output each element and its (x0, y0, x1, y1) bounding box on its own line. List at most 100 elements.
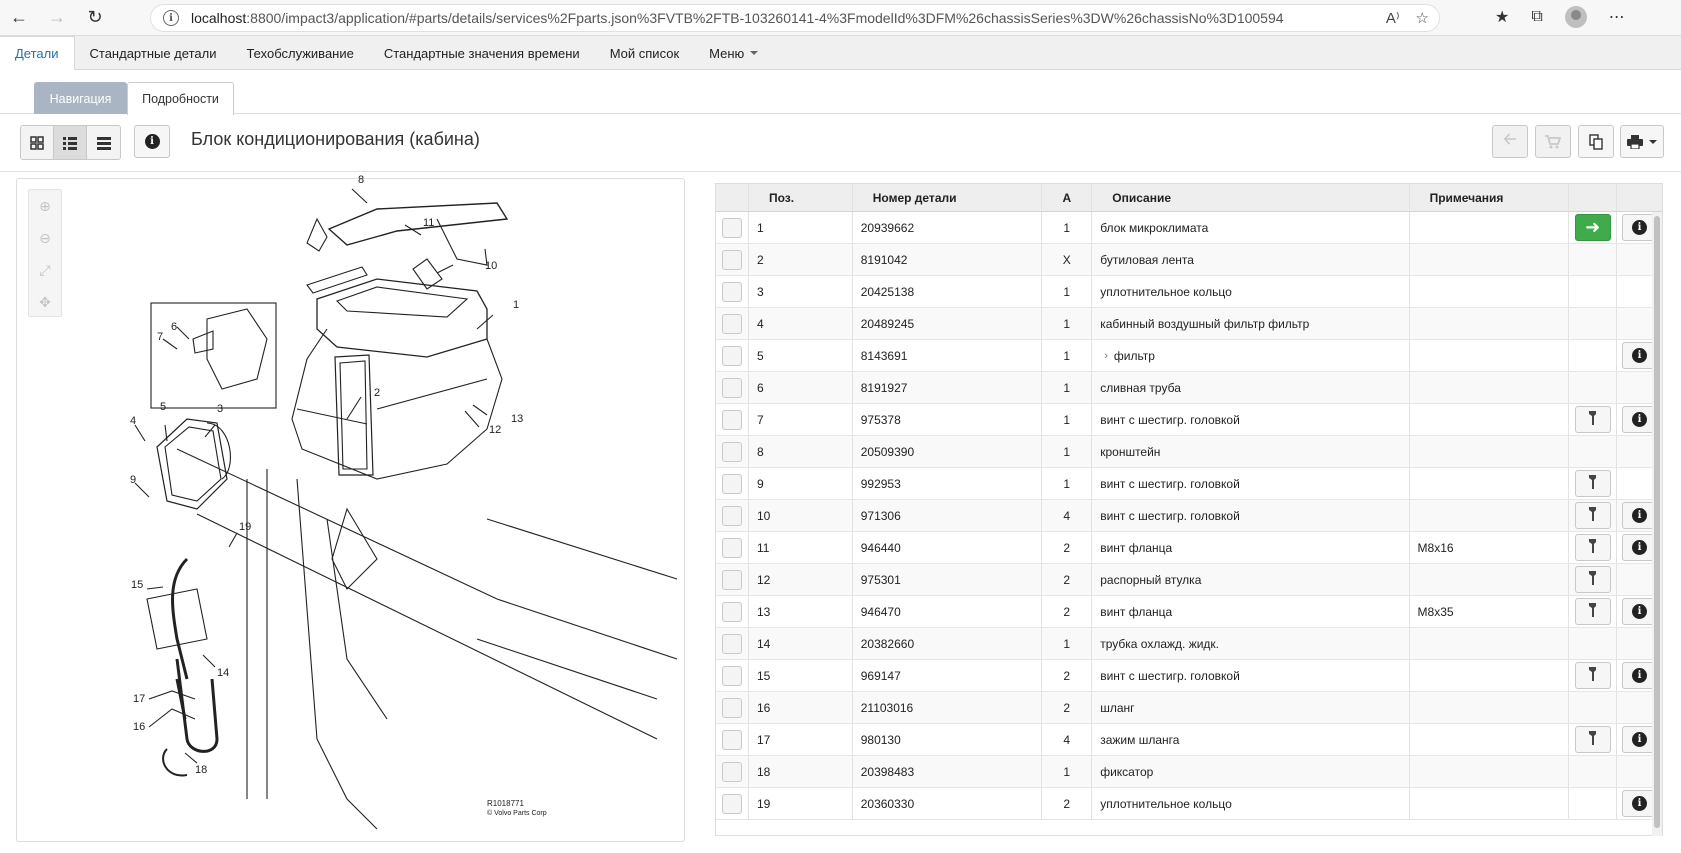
reload-icon[interactable]: ↻ (76, 0, 114, 36)
header-notes[interactable]: Примечания (1410, 184, 1570, 211)
row-checkbox[interactable] (722, 729, 742, 750)
tool-button[interactable] (1574, 406, 1611, 433)
tab-details[interactable]: Подробности (127, 82, 234, 115)
row-checkbox[interactable] (722, 569, 742, 590)
row-checkbox[interactable] (722, 441, 742, 462)
table-row[interactable]: 11 946440 2 винт фланца M8x16 i (716, 532, 1662, 564)
header-pos[interactable]: Поз. (749, 184, 853, 211)
callout-7[interactable]: 7 (157, 331, 163, 343)
menu-item-menu[interactable]: Меню (694, 36, 773, 70)
menu-item-my-list[interactable]: Мой список (595, 36, 694, 70)
callout-14[interactable]: 14 (217, 667, 229, 679)
header-part-number[interactable]: Номер детали (853, 184, 1043, 211)
row-checkbox[interactable] (722, 313, 742, 334)
split-view-button[interactable] (54, 126, 87, 159)
row-checkbox[interactable] (722, 601, 742, 622)
site-info-icon[interactable]: i (163, 10, 179, 26)
tool-button[interactable] (1574, 566, 1611, 593)
menu-item-details[interactable]: Детали (0, 36, 75, 70)
address-bar[interactable]: i localhost:8800/impact3/application/#pa… (150, 4, 1440, 32)
list-view-button[interactable] (87, 126, 120, 159)
row-checkbox[interactable] (722, 377, 742, 398)
row-checkbox[interactable] (722, 217, 742, 238)
table-row[interactable]: 12 975301 2 распорный втулка (716, 564, 1662, 596)
info-button[interactable]: i (134, 125, 170, 158)
read-aloud-icon[interactable]: A⁾ (1386, 9, 1400, 27)
callout-19[interactable]: 19 (239, 521, 251, 533)
table-row[interactable]: 10 971306 4 винт с шестигр. головкой i (716, 500, 1662, 532)
table-row[interactable]: 7 975378 1 винт с шестигр. головкой i (716, 404, 1662, 436)
more-options-icon[interactable]: ⋯ (1609, 7, 1625, 27)
menu-item-maintenance[interactable]: Техобслуживание (231, 36, 368, 70)
tool-button[interactable] (1574, 502, 1611, 529)
callout-8[interactable]: 8 (358, 174, 364, 186)
table-row[interactable]: 16 21103016 2 шланг (716, 692, 1662, 724)
table-row[interactable]: 4 20489245 1 кабинный воздушный фильтр филь… (716, 308, 1662, 340)
callout-11[interactable]: 11 (423, 217, 434, 229)
table-scrollbar[interactable] (1652, 212, 1662, 836)
row-checkbox[interactable] (722, 793, 742, 814)
callout-10[interactable]: 10 (485, 260, 497, 272)
copy-button[interactable] (1578, 125, 1614, 158)
callout-3[interactable]: 3 (217, 403, 223, 415)
table-row[interactable]: 2 8191042 Xбутиловая лента (716, 244, 1662, 276)
tool-button[interactable] (1574, 534, 1611, 561)
print-button[interactable] (1620, 125, 1664, 158)
table-row[interactable]: 9 992953 1 винт с шестигр. головкой (716, 468, 1662, 500)
tool-button[interactable] (1574, 598, 1611, 625)
add-favorite-icon[interactable]: ☆ (1416, 9, 1429, 27)
table-row[interactable]: 14 20382660 1 трубка охлажд. жидк. (716, 628, 1662, 660)
callout-2[interactable]: 2 (374, 387, 380, 399)
row-checkbox[interactable] (722, 633, 742, 654)
callout-6[interactable]: 6 (171, 321, 177, 333)
chevron-right-icon[interactable]: › (1104, 350, 1108, 362)
callout-5[interactable]: 5 (160, 401, 166, 413)
add-to-cart-button[interactable] (1535, 125, 1571, 158)
row-checkbox[interactable] (722, 281, 742, 302)
row-checkbox[interactable] (722, 665, 742, 686)
callout-17[interactable]: 17 (133, 693, 145, 705)
tool-button[interactable] (1574, 662, 1611, 689)
table-row[interactable]: 6 8191927 1 сливная труба (716, 372, 1662, 404)
row-checkbox[interactable] (722, 409, 742, 430)
row-checkbox[interactable] (722, 697, 742, 718)
menu-item-standard-parts[interactable]: Стандартные детали (75, 36, 232, 70)
callout-18[interactable]: 18 (195, 764, 207, 776)
callout-1[interactable]: 1 (513, 299, 519, 311)
callout-16[interactable]: 16 (133, 721, 145, 733)
header-description[interactable]: Описание (1092, 184, 1410, 211)
header-a[interactable]: A (1042, 184, 1093, 211)
forward-icon[interactable]: → (38, 0, 76, 36)
menu-item-standard-times[interactable]: Стандартные значения времени (369, 36, 595, 70)
table-row[interactable]: 15 969147 2 винт с шестигр. головкой i (716, 660, 1662, 692)
table-row[interactable]: 13 946470 2 винт фланца M8x35 i (716, 596, 1662, 628)
table-row[interactable]: 5 8143691 1 › фильтр i (716, 340, 1662, 372)
grid-view-button[interactable] (21, 126, 54, 159)
row-checkbox[interactable] (722, 473, 742, 494)
callout-12[interactable]: 12 (489, 424, 501, 436)
table-row[interactable]: 8 20509390 1 кронштейн (716, 436, 1662, 468)
row-checkbox[interactable] (722, 537, 742, 558)
table-row[interactable]: 17 980130 4 зажим шланга i (716, 724, 1662, 756)
collections-icon[interactable]: ⧉ (1531, 8, 1542, 26)
callout-15[interactable]: 15 (131, 579, 143, 591)
callout-9[interactable]: 9 (130, 474, 136, 486)
tool-button[interactable] (1574, 470, 1611, 497)
scrollbar-thumb[interactable] (1654, 216, 1660, 828)
row-checkbox[interactable] (722, 345, 742, 366)
table-row[interactable]: 18 20398483 1 фиксатор (716, 756, 1662, 788)
back-navigation-button[interactable]: 🡠 (1492, 125, 1528, 158)
table-row[interactable]: 3 20425138 1 уплотнительное кольцо (716, 276, 1662, 308)
row-checkbox[interactable] (722, 505, 742, 526)
row-checkbox[interactable] (722, 761, 742, 782)
table-row[interactable]: 19 20360330 2 уплотнительное кольцо i (716, 788, 1662, 820)
table-row[interactable]: 1 20939662 1 блок микроклимата ➜ i (716, 212, 1662, 244)
back-icon[interactable]: ← (0, 0, 38, 36)
callout-13[interactable]: 13 (511, 413, 523, 425)
callout-4[interactable]: 4 (130, 415, 136, 427)
profile-avatar[interactable] (1564, 6, 1587, 28)
go-to-part-button[interactable]: ➜ (1574, 214, 1611, 241)
tool-button[interactable] (1574, 726, 1611, 753)
exploded-diagram-panel[interactable]: ⊕ ⊖ ⤢ ✥ 8 11 10 1 2 12 13 6 7 5 3 4 9 19… (16, 174, 685, 842)
favorites-icon[interactable]: ★ (1495, 7, 1509, 27)
